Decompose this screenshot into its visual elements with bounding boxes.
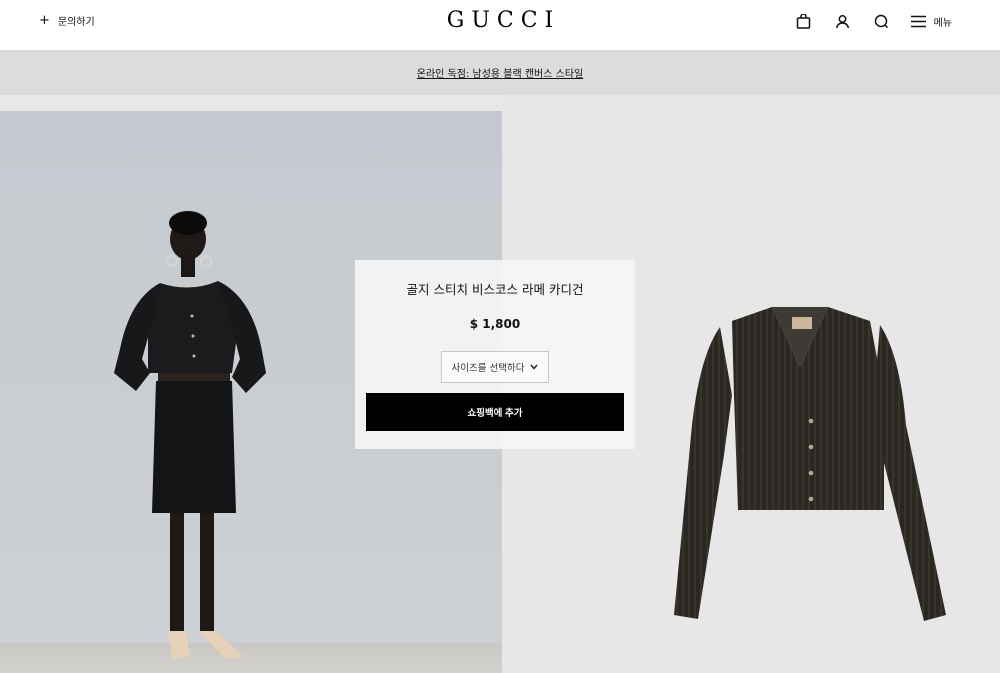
menu-button[interactable]: 메뉴 bbox=[910, 14, 952, 29]
product-name[interactable]: 골지 스티치 비스코스 라메 카디건 bbox=[355, 279, 635, 298]
product-hero: 골지 스티치 비스코스 라메 카디건 $ 1,800 사이즈를 선택하다 쇼핑백… bbox=[0, 95, 1000, 673]
shopping-bag-icon[interactable] bbox=[794, 12, 813, 31]
size-select-label: 사이즈를 선택하다 bbox=[451, 363, 525, 374]
search-icon[interactable] bbox=[872, 12, 891, 31]
promo-banner: 온라인 독점: 남성용 블랙 캔버스 스타일 bbox=[0, 50, 1000, 95]
add-to-bag-button[interactable]: 쇼핑백에 추가 bbox=[366, 393, 624, 431]
menu-label: 메뉴 bbox=[933, 18, 952, 29]
chevron-down-icon bbox=[530, 364, 539, 370]
promo-link[interactable]: 온라인 독점: 남성용 블랙 캔버스 스타일 bbox=[417, 65, 583, 80]
site-header: + 문의하기 GUCCI 메뉴 bbox=[0, 0, 1000, 50]
size-select[interactable]: 사이즈를 선택하다 bbox=[441, 351, 549, 383]
user-icon[interactable] bbox=[833, 12, 852, 31]
product-card: 골지 스티치 비스코스 라메 카디건 $ 1,800 사이즈를 선택하다 쇼핑백… bbox=[355, 260, 635, 449]
header-icons: 메뉴 bbox=[794, 12, 952, 31]
hamburger-icon bbox=[910, 15, 926, 28]
product-price: $ 1,800 bbox=[469, 317, 521, 331]
